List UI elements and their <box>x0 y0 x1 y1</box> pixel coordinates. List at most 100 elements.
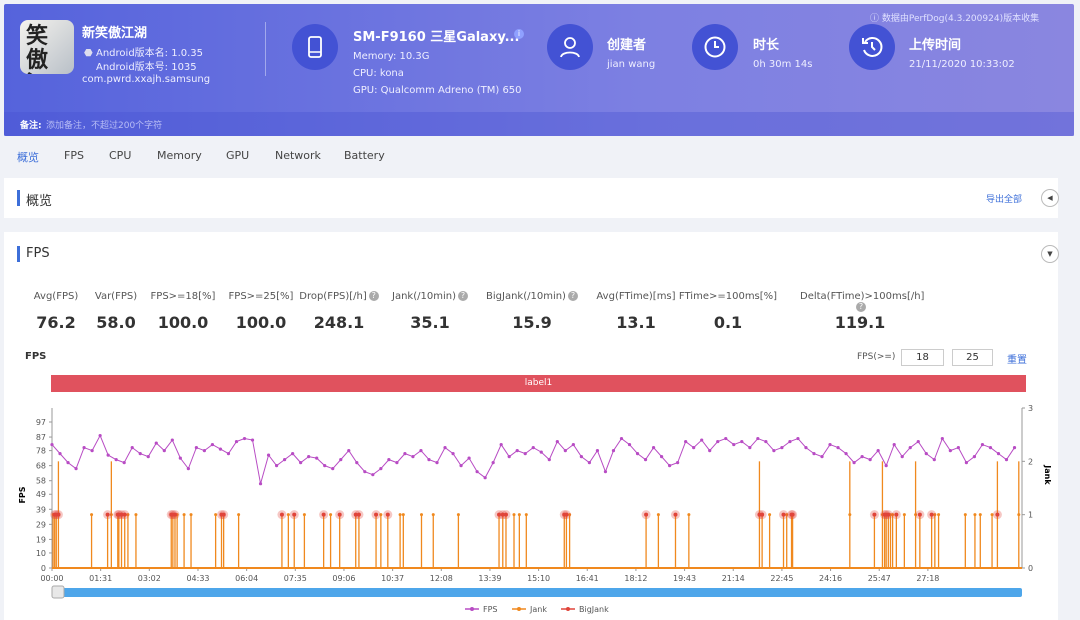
x-tick-label: 09:06 <box>332 574 355 583</box>
metric-label-text: Jank(/10min) <box>392 291 456 302</box>
bigjank-point <box>644 512 649 517</box>
overview-title: 概览 <box>26 194 53 209</box>
collapse-down-icon[interactable]: ▼ <box>1041 245 1059 263</box>
fps-point <box>323 464 327 468</box>
x-tick-label: 16:41 <box>576 574 599 583</box>
bigjank-point <box>292 512 297 517</box>
bigjank-point <box>221 512 226 517</box>
fps-point <box>579 455 583 459</box>
tab-overview[interactable]: 概览 <box>17 149 39 165</box>
fps-point <box>258 482 263 486</box>
y-axis-label: FPS <box>18 486 27 503</box>
fps-point <box>523 452 527 456</box>
y2-axis-label: Jank <box>1043 464 1052 485</box>
fps-point <box>234 439 239 444</box>
fps-point <box>587 461 592 465</box>
bigjank-point <box>929 512 934 517</box>
range-slider[interactable] <box>52 588 1022 597</box>
x-tick-label: 19:43 <box>673 574 696 583</box>
metric-label-text: BigJank(/10min) <box>486 291 566 302</box>
fps-chart: 0 10 19 29 39 49 58 68 78 87 97 0 1 2 3 FPS Jank 00:00 01:… <box>18 404 1052 614</box>
y-tick-label: 39 <box>36 505 46 514</box>
fps-point <box>643 458 648 462</box>
jank-point <box>302 513 306 517</box>
fps-point <box>138 452 142 456</box>
fps-point <box>900 455 904 459</box>
threshold-18-input[interactable]: 18 <box>901 349 944 366</box>
jank-point <box>978 513 982 517</box>
device-name: SM-F9160 三星Galaxy... <box>353 30 520 45</box>
fps-point <box>676 461 680 465</box>
duration-label: 时长 <box>753 38 780 53</box>
bigjank-point <box>56 512 61 517</box>
fps-point <box>427 458 431 462</box>
fps-point <box>611 448 616 453</box>
tab-battery[interactable]: Battery <box>344 149 385 162</box>
x-tick-label: 13:39 <box>478 574 501 583</box>
reset-button[interactable]: 重置 <box>1007 351 1027 366</box>
x-tick-label: 24:16 <box>819 574 842 583</box>
metric-value: 0.1 <box>713 313 743 332</box>
y-tick-label: 87 <box>36 433 46 442</box>
fps-point <box>299 461 303 465</box>
fps-point <box>58 452 62 456</box>
y-tick-label: 19 <box>36 535 46 544</box>
bigjank-point <box>886 512 891 517</box>
fps-point <box>226 452 231 456</box>
fps-point <box>178 456 182 460</box>
version-code: Android版本号: 1035 <box>96 62 197 73</box>
note-input[interactable]: 添加备注，不超过200个字符 <box>46 118 162 131</box>
fps-point <box>764 439 768 444</box>
bigjank-point <box>122 512 127 517</box>
fps-point <box>932 458 936 462</box>
fps-section-title: FPS <box>26 246 50 261</box>
tab-cpu[interactable]: CPU <box>109 149 131 162</box>
fps-point <box>796 436 800 441</box>
x-tick-label: 22:45 <box>770 574 793 583</box>
tab-memory[interactable]: Memory <box>157 149 202 162</box>
fps-point <box>114 458 118 462</box>
jank-point <box>902 513 906 517</box>
label-bar[interactable]: label1 <box>51 375 1026 392</box>
fps-point <box>980 442 985 447</box>
fps-point <box>194 445 198 450</box>
x-tick-label: 10:37 <box>381 574 404 583</box>
slider-handle[interactable] <box>51 585 65 599</box>
tab-fps[interactable]: FPS <box>64 149 84 162</box>
fps-point <box>1004 458 1009 462</box>
fps-point <box>339 458 343 462</box>
fps-point <box>499 442 503 447</box>
fps-point <box>828 442 832 447</box>
fps-point <box>82 445 86 450</box>
device-cpu: CPU: kona <box>353 68 404 79</box>
tab-gpu[interactable]: GPU <box>226 149 249 162</box>
fps-point <box>844 452 848 456</box>
threshold-25-input[interactable]: 25 <box>952 349 993 366</box>
fps-point <box>547 458 551 462</box>
fps-point <box>860 455 864 459</box>
tab-network[interactable]: Network <box>275 149 321 162</box>
help-icon[interactable]: ? <box>856 302 866 312</box>
fps-point <box>948 448 952 453</box>
fps-point <box>571 442 575 447</box>
legend-label: FPS <box>483 605 498 614</box>
metric-label-text: Drop(FPS)[/h] <box>299 291 367 302</box>
fps-point <box>836 445 840 450</box>
info-icon[interactable]: i <box>514 29 524 39</box>
fps-point <box>467 456 471 460</box>
note-label: 备注: <box>20 121 42 131</box>
fps-point <box>940 436 944 441</box>
help-icon[interactable]: ? <box>457 291 468 301</box>
export-all-link[interactable]: 导出全部 <box>986 192 1022 205</box>
jank-point <box>90 513 94 517</box>
fps-point <box>916 439 920 444</box>
fps-point <box>419 448 423 453</box>
fps-point <box>170 438 174 442</box>
fps-point <box>459 464 463 468</box>
fps-point <box>387 458 391 462</box>
creator-value: jian wang <box>607 59 656 70</box>
overview-card: 概览 导出全部 ◀ <box>4 178 1059 218</box>
fps-point <box>884 464 888 468</box>
bigjank-point <box>356 512 361 517</box>
collapse-left-icon[interactable]: ◀ <box>1041 189 1059 207</box>
